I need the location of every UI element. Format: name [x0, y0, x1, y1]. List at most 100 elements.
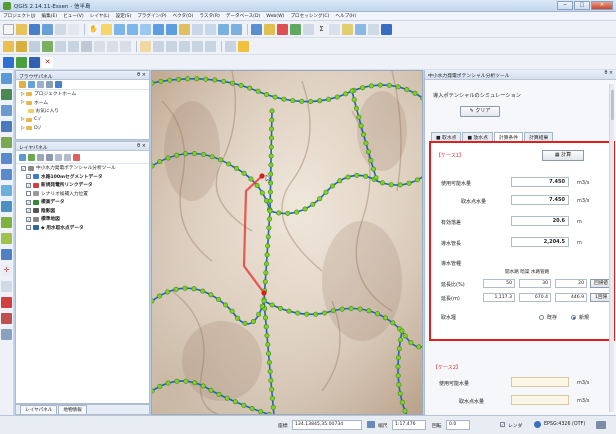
add-wfs-icon[interactable]: [1, 169, 12, 180]
identify-icon[interactable]: [251, 23, 262, 35]
pan-icon[interactable]: ✋: [88, 23, 99, 35]
layer-visibility-checkbox[interactable]: ✓: [26, 199, 31, 205]
map-canvas[interactable]: [151, 70, 423, 415]
menu-plugins[interactable]: プラグイン(P): [137, 13, 166, 19]
move-label-icon[interactable]: [179, 40, 190, 52]
menu-edit[interactable]: 編集(E): [42, 13, 58, 19]
remove-layer-icon[interactable]: ✕: [42, 56, 53, 68]
properties-icon[interactable]: [55, 81, 62, 88]
layer-item[interactable]: シナリオ候補入力位置: [16, 190, 149, 199]
coordinate-capture-icon[interactable]: [1, 281, 12, 292]
layer-item[interactable]: ✓ 中小水力発電ポテンシャル分析ツール: [16, 164, 149, 173]
expander-icon[interactable]: ▷: [21, 100, 25, 105]
save-project-icon[interactable]: [29, 23, 40, 35]
add-postgis-icon[interactable]: [29, 56, 40, 68]
tab-intake-point[interactable]: ■ 取水点: [431, 132, 462, 141]
layer-styling-icon[interactable]: [225, 40, 236, 52]
menu-raster[interactable]: ラスタ(R): [199, 13, 219, 19]
heatmap-icon[interactable]: [1, 313, 12, 324]
text-annotation-icon[interactable]: [368, 23, 379, 35]
layer-visibility-checkbox[interactable]: ✓: [26, 216, 31, 222]
save-edits-icon[interactable]: [29, 40, 40, 52]
map-svg[interactable]: [152, 71, 423, 415]
add-wms-icon[interactable]: [1, 73, 12, 84]
close-button[interactable]: ✕: [591, 1, 613, 10]
minimize-button[interactable]: ─: [557, 1, 573, 10]
browser-item[interactable]: ▷ D:/: [16, 124, 149, 133]
toggle-editing-icon[interactable]: [16, 40, 27, 52]
expander-icon[interactable]: ▷: [21, 92, 25, 97]
add-virtual-layer-icon[interactable]: [1, 201, 12, 212]
length-field-open-channel[interactable]: 1,117.3: [483, 293, 515, 302]
zoom-next-icon[interactable]: [205, 23, 216, 35]
new-gpx-icon[interactable]: [1, 249, 12, 260]
cut-features-icon[interactable]: [94, 40, 105, 52]
layer-item[interactable]: ◆ 用水取水点データ: [16, 224, 149, 233]
add-spatialite-icon[interactable]: [1, 89, 12, 100]
layer-visibility-checkbox[interactable]: ✓: [21, 165, 26, 171]
select-feature-icon[interactable]: [264, 23, 275, 35]
menu-help[interactable]: ヘルプ(H): [335, 13, 356, 19]
add-db2-icon[interactable]: [1, 137, 12, 148]
attribute-table-icon[interactable]: [290, 23, 301, 35]
add-vector-layer-icon[interactable]: [3, 56, 14, 68]
render-checkbox[interactable]: ✓: [500, 422, 505, 427]
menu-database[interactable]: データベース(D): [226, 13, 260, 19]
case2-intake-flow-field[interactable]: [511, 395, 569, 405]
expand-all-icon[interactable]: [55, 153, 62, 161]
zoom-layer-icon[interactable]: [166, 23, 177, 35]
composer-manager-icon[interactable]: [68, 23, 79, 35]
browser-panel-close-button[interactable]: θ ×: [137, 72, 146, 78]
layer-panel-close-button[interactable]: θ ×: [137, 143, 146, 149]
intake-point-marker[interactable]: [259, 173, 265, 179]
layer-visibility-checkbox[interactable]: ✓: [26, 208, 31, 214]
add-mssql-icon[interactable]: [1, 105, 12, 116]
layer-item[interactable]: ✓ 陰影図: [16, 207, 149, 216]
add-feature-icon[interactable]: [42, 40, 53, 52]
ratio-field-open-channel[interactable]: 50: [483, 279, 515, 288]
available-flow-field[interactable]: 7.450: [511, 177, 569, 187]
layer-item[interactable]: ✓ 標準地図: [16, 215, 149, 224]
measure-icon[interactable]: [329, 23, 340, 35]
menu-processing[interactable]: プロセッシング(C): [290, 13, 329, 19]
save-as-icon[interactable]: [42, 23, 53, 35]
refresh-icon[interactable]: [231, 23, 242, 35]
remove-layer-panel-icon[interactable]: [73, 153, 80, 161]
messages-icon[interactable]: [596, 421, 606, 429]
menu-view[interactable]: ビュー(V): [63, 13, 84, 19]
zoom-out-icon[interactable]: [127, 23, 138, 35]
browser-item[interactable]: ▷ プロジェクトホーム: [16, 90, 149, 99]
outlet-point-marker[interactable]: [261, 290, 267, 296]
browser-item[interactable]: ▷ C:/: [16, 116, 149, 125]
zoom-in-icon[interactable]: [114, 23, 125, 35]
pin-label-icon[interactable]: [153, 40, 164, 52]
zoom-selection-icon[interactable]: [179, 23, 190, 35]
rotation-field[interactable]: 0.0: [446, 420, 470, 430]
layer-item[interactable]: ✓ 標高データ: [16, 198, 149, 207]
penstock-length-field[interactable]: 2,204.5: [511, 237, 569, 247]
calculate-button[interactable]: ▦ 計算: [542, 150, 584, 161]
add-raster-layer-icon[interactable]: [16, 56, 27, 68]
maximize-button[interactable]: □: [574, 1, 590, 10]
current-edits-icon[interactable]: [3, 40, 14, 52]
styling-icon[interactable]: [19, 153, 26, 161]
ratio-field-culvert[interactable]: 30: [519, 279, 551, 288]
crs-label[interactable]: EPSG:4326 (OTF): [544, 422, 585, 427]
length-field-culvert[interactable]: 670.4: [519, 293, 551, 302]
copy-features-icon[interactable]: [107, 40, 118, 52]
crs-globe-icon[interactable]: [534, 421, 541, 428]
case2-available-flow-field[interactable]: [511, 377, 569, 387]
collapse-layers-icon[interactable]: [64, 153, 71, 161]
clear-button[interactable]: ✎ クリア: [460, 106, 500, 117]
menu-settings[interactable]: 設定(S): [116, 13, 132, 19]
new-shapefile-icon[interactable]: [1, 217, 12, 228]
add-delimited-text-icon[interactable]: [1, 185, 12, 196]
zoom-full-icon[interactable]: [153, 23, 164, 35]
coordinate-field[interactable]: 134.13845,35.00734: [292, 420, 362, 430]
layer-item[interactable]: ✓ 水路100mセグメントデータ: [16, 173, 149, 182]
intake-flow-field[interactable]: 7.450: [511, 195, 569, 205]
tab-calc-conditions[interactable]: 計算条件: [493, 132, 524, 141]
move-feature-icon[interactable]: [55, 40, 66, 52]
tab-outlet-point[interactable]: ■ 放水点: [462, 132, 493, 141]
show-hide-label-icon[interactable]: [166, 40, 177, 52]
